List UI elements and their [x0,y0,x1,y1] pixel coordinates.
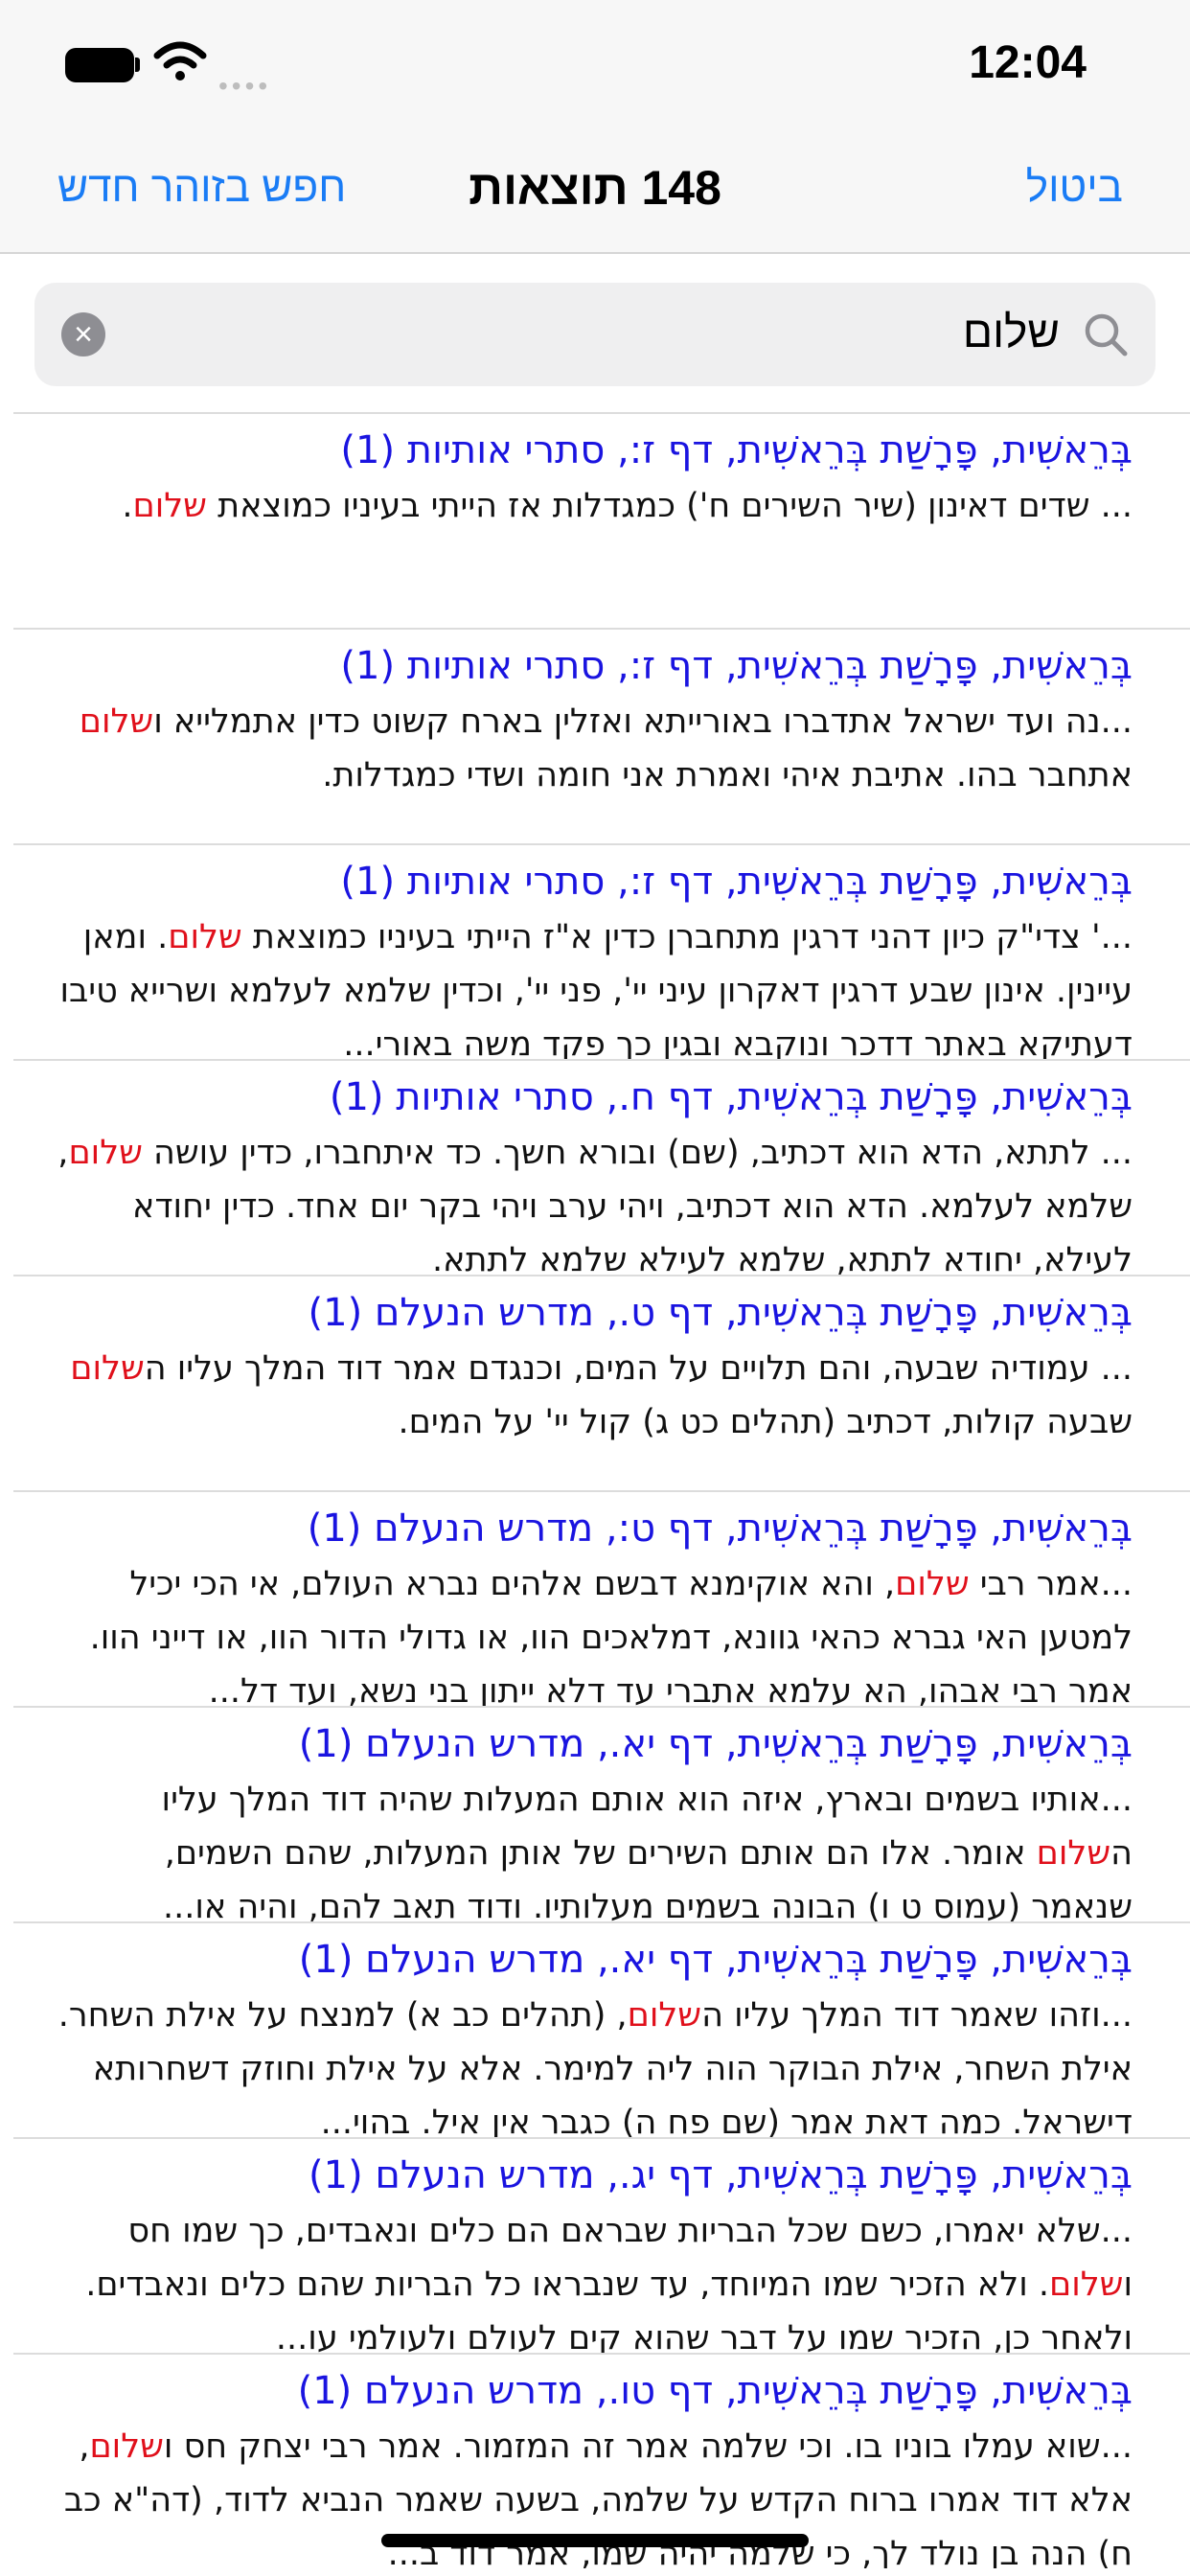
result-snippet: ... לתתא, הדא הוא דכתיב, (שם) ובורא חשך.… [57,1134,1133,1275]
result-title[interactable]: בְּרֵאשִׁית, פָּרָשַׁת בְּרֵאשִׁית, דף ט… [56,1500,1133,1557]
home-indicator[interactable] [381,2534,809,2547]
result-item[interactable]: בְּרֵאשִׁית, פָּרָשַׁת בְּרֵאשִׁית, דף י… [13,1706,1190,1921]
search-term-highlight: שלום [132,487,207,525]
search-area: × שלום [0,254,1190,412]
search-term-highlight: שלום [168,918,242,956]
result-title[interactable]: בְּרֵאשִׁית, פָּרָשַׁת בְּרֵאשִׁית, דף ח… [56,1069,1133,1126]
result-snippet: ...שלא יאמרו, כשם שכל הבריות שבראם הם כל… [85,2212,1133,2353]
results-list: בְּרֵאשִׁית, פָּרָשַׁת בְּרֵאשִׁית, דף ז… [0,412,1190,2568]
result-item[interactable]: בְּרֵאשִׁית, פָּרָשַׁת בְּרֵאשִׁית, דף ט… [13,1490,1190,1706]
result-title[interactable]: בְּרֵאשִׁית, פָּרָשַׁת בְּרֵאשִׁית, דף ט… [56,1284,1133,1342]
search-query[interactable]: שלום [963,306,1060,357]
result-item[interactable]: בְּרֵאשִׁית, פָּרָשַׁת בְּרֵאשִׁית, דף ח… [13,1059,1190,1275]
result-content: בְּרֵאשִׁית, פָּרָשַׁת בְּרֵאשִׁית, דף ז… [56,853,1133,1059]
clear-search-icon[interactable]: × [61,312,105,356]
result-content: בְּרֵאשִׁית, פָּרָשַׁת בְּרֵאשִׁית, דף ז… [56,422,1133,533]
result-content: בְּרֵאשִׁית, פָּרָשַׁת בְּרֵאשִׁית, דף ט… [56,1284,1133,1449]
status-time: 12:04 [969,37,1087,88]
search-term-highlight: שלום [895,1565,970,1603]
search-icon [1085,313,1128,356]
search-term-highlight: שלום [70,1349,145,1388]
signal-icon: •••• [218,71,272,101]
result-title[interactable]: בְּרֵאשִׁית, פָּרָשַׁת בְּרֵאשִׁית, דף ז… [56,853,1133,910]
result-title[interactable]: בְּרֵאשִׁית, פָּרָשַׁת בְּרֵאשִׁית, דף י… [56,2147,1133,2204]
result-item[interactable]: בְּרֵאשִׁית, פָּרָשַׁת בְּרֵאשִׁית, דף ז… [13,412,1190,628]
result-item[interactable]: בְּרֵאשִׁית, פָּרָשַׁת בְּרֵאשִׁית, דף ט… [13,1275,1190,1490]
result-title[interactable]: בְּרֵאשִׁית, פָּרָשַׁת בְּרֵאשִׁית, דף י… [56,1931,1133,1989]
result-title[interactable]: בְּרֵאשִׁית, פָּרָשַׁת בְּרֵאשִׁית, דף ז… [56,637,1133,695]
result-item[interactable]: בְּרֵאשִׁית, פָּרָשַׁת בְּרֵאשִׁית, דף ז… [13,843,1190,1059]
wifi-icon [153,41,207,80]
result-title[interactable]: בְּרֵאשִׁית, פָּרָשַׁת בְּרֵאשִׁית, דף ז… [56,422,1133,479]
result-snippet: ... שדים דאינון (שיר השירים ח') כמגדלות … [122,487,1133,525]
result-snippet: ... עמודיה שבעה, והם תלויים על המים, וכנ… [70,1349,1133,1441]
cancel-button[interactable]: ביטול [1026,164,1123,212]
result-snippet: ...' צדי"ק כיון דהני דרגין מתחברן כדין א… [59,918,1133,1059]
result-content: בְּרֵאשִׁית, פָּרָשַׁת בְּרֵאשִׁית, דף ז… [56,637,1133,802]
result-item[interactable]: בְּרֵאשִׁית, פָּרָשַׁת בְּרֵאשִׁית, דף י… [13,1921,1190,2137]
battery-icon [65,48,134,82]
search-term-highlight: שלום [1036,1834,1111,1873]
result-snippet: ...אותיו בשמים ובארץ, איזה הוא אותם המעל… [161,1781,1133,1921]
status-bar: •••• 12:04 [0,0,1190,129]
search-term-highlight: שלום [1049,2266,1124,2304]
result-snippet: ...נה ועד ישראל אתדברו באורייתא ואזלין ב… [79,702,1133,794]
result-item[interactable]: בְּרֵאשִׁית, פָּרָשַׁת בְּרֵאשִׁית, דף י… [13,2137,1190,2353]
result-title[interactable]: בְּרֵאשִׁית, פָּרָשַׁת בְּרֵאשִׁית, דף י… [56,1715,1133,1773]
result-snippet: ...וזהו שאמר דוד המלך עליו השלום, (תהלים… [57,1996,1133,2137]
result-item[interactable]: בְּרֵאשִׁית, פָּרָשַׁת בְּרֵאשִׁית, דף ז… [13,628,1190,843]
result-title[interactable]: בְּרֵאשִׁית, פָּרָשַׁת בְּרֵאשִׁית, דף ט… [56,2362,1133,2420]
search-input[interactable]: × שלום [34,283,1156,386]
search-term-highlight: שלום [89,2427,164,2466]
search-term-highlight: שלום [79,702,154,741]
result-content: בְּרֵאשִׁית, פָּרָשַׁת בְּרֵאשִׁית, דף ח… [56,1069,1133,1275]
result-content: בְּרֵאשִׁית, פָּרָשַׁת בְּרֵאשִׁית, דף י… [56,2147,1133,2353]
result-content: בְּרֵאשִׁית, פָּרָשַׁת בְּרֵאשִׁית, דף י… [56,1931,1133,2137]
result-content: בְּרֵאשִׁית, פָּרָשַׁת בְּרֵאשִׁית, דף י… [56,1715,1133,1921]
battery-cap [135,58,140,72]
results-count-title: 148 תוצאות [469,161,721,215]
search-term-highlight: שלום [627,1996,702,2035]
result-content: בְּרֵאשִׁית, פָּרָשַׁת בְּרֵאשִׁית, דף ט… [56,1500,1133,1706]
result-snippet: ...אמר רבי שלום, והא אוקימנא דבשם אלהים … [89,1565,1133,1706]
navigation-bar: חפש בזוהר חדש 148 תוצאות ביטול [0,129,1190,254]
search-term-highlight: שלום [68,1134,143,1172]
